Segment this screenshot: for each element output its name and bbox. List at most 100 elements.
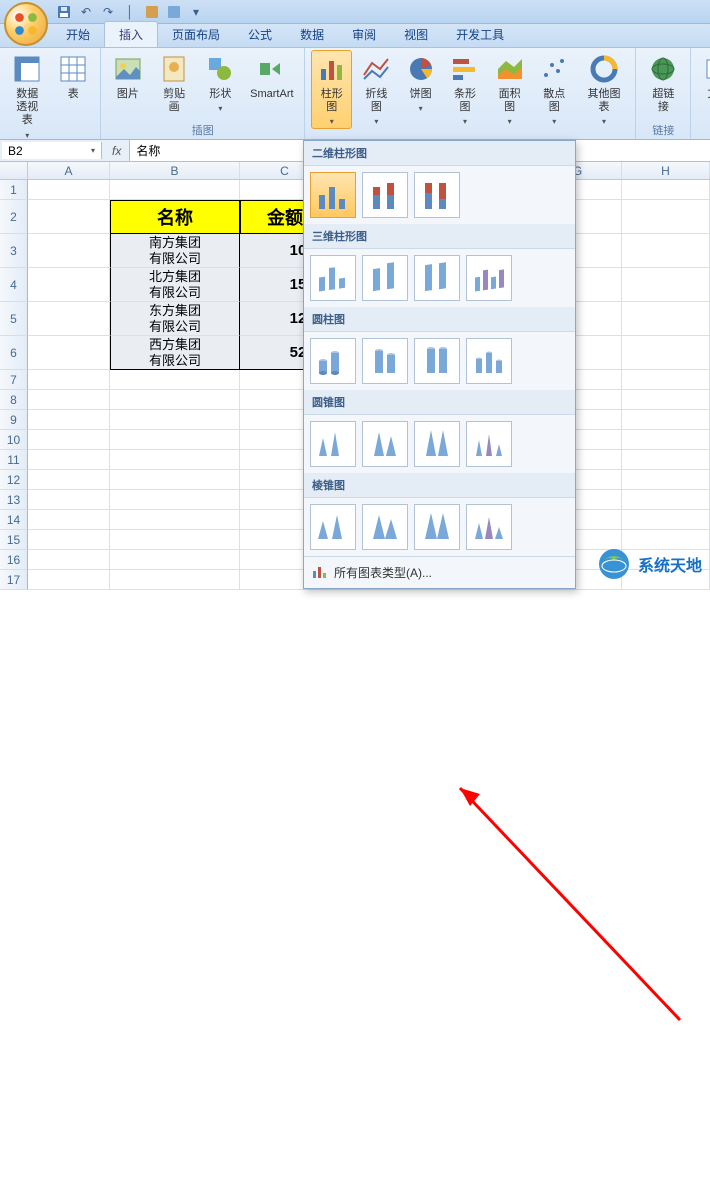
row-header-15[interactable]: 15 [0,530,28,550]
tab-review[interactable]: 审阅 [338,22,390,47]
shapes-button[interactable]: 形状▾ [200,50,242,116]
table-cell-name[interactable]: 东方集团有限公司 [110,302,240,336]
table-button[interactable]: 表 [53,50,95,104]
chart-100-stacked-cone[interactable] [414,421,460,467]
cell[interactable] [622,470,710,490]
cell[interactable] [622,490,710,510]
chart-100-stacked-column-3d[interactable] [414,255,460,301]
row-header-14[interactable]: 14 [0,510,28,530]
chart-clustered-cone[interactable] [310,421,356,467]
select-all-button[interactable] [0,162,28,179]
chart-3d-pyramid[interactable] [466,504,512,550]
table-cell-name[interactable]: 南方集团有限公司 [110,234,240,268]
tab-data[interactable]: 数据 [286,22,338,47]
table-cell-name[interactable]: 北方集团有限公司 [110,268,240,302]
all-chart-types-button[interactable]: 所有图表类型(A)... [304,556,575,588]
tab-formulas[interactable]: 公式 [234,22,286,47]
col-B[interactable]: B [110,162,240,179]
row-header-10[interactable]: 10 [0,430,28,450]
row-header-3[interactable]: 3 [0,234,28,268]
hyperlink-button[interactable]: 超链接 [642,50,684,117]
cell[interactable] [110,550,240,570]
chart-clustered-column-2d[interactable] [310,172,356,218]
fx-icon[interactable]: fx [112,144,121,158]
cell[interactable] [28,550,110,570]
row-header-12[interactable]: 12 [0,470,28,490]
cell[interactable] [28,430,110,450]
cell[interactable] [110,530,240,550]
chart-100-stacked-column-2d[interactable] [414,172,460,218]
cell[interactable] [622,430,710,450]
cell[interactable] [28,570,110,590]
row-header-9[interactable]: 9 [0,410,28,430]
chart-100-stacked-cylinder[interactable] [414,338,460,384]
row-header-11[interactable]: 11 [0,450,28,470]
cell[interactable] [28,450,110,470]
col-H[interactable]: H [622,162,710,179]
chart-stacked-column-2d[interactable] [362,172,408,218]
cell[interactable] [28,370,110,390]
col-A[interactable]: A [28,162,110,179]
column-chart-button[interactable]: 柱形图▾ [311,50,352,129]
tab-insert[interactable]: 插入 [104,21,158,47]
qat-customize-icon[interactable]: ▾ [188,4,204,20]
cell[interactable] [622,302,710,336]
chart-stacked-cylinder[interactable] [362,338,408,384]
row-header-16[interactable]: 16 [0,550,28,570]
row-header-4[interactable]: 4 [0,268,28,302]
cell[interactable] [28,200,110,234]
chart-3d-column[interactable] [466,255,512,301]
chart-clustered-column-3d[interactable] [310,255,356,301]
cell[interactable] [622,336,710,370]
cell[interactable] [110,470,240,490]
chart-3d-cone[interactable] [466,421,512,467]
cell[interactable] [110,430,240,450]
tab-view[interactable]: 视图 [390,22,442,47]
tab-home[interactable]: 开始 [52,22,104,47]
cell[interactable] [622,180,710,200]
table-header-name[interactable]: 名称 [110,200,240,234]
save-icon[interactable] [56,4,72,20]
cell[interactable] [622,410,710,430]
cell[interactable] [622,268,710,302]
undo-icon[interactable]: ↶ [78,4,94,20]
smartart-button[interactable]: SmartArt [245,50,298,104]
cell[interactable] [28,410,110,430]
chart-stacked-column-3d[interactable] [362,255,408,301]
tab-developer[interactable]: 开发工具 [442,22,518,47]
cell[interactable] [622,200,710,234]
cell[interactable] [110,490,240,510]
line-chart-button[interactable]: 折线图▾ [356,50,397,129]
cell[interactable] [28,390,110,410]
cell[interactable] [28,530,110,550]
pivot-table-button[interactable]: 数据 透视表▾ [6,50,49,143]
cell[interactable] [28,234,110,268]
chart-clustered-pyramid[interactable] [310,504,356,550]
cell[interactable] [622,370,710,390]
pie-chart-button[interactable]: 饼图▾ [401,50,441,116]
bar-chart-button[interactable]: 条形图▾ [445,50,486,129]
cell[interactable] [28,302,110,336]
cell[interactable] [622,510,710,530]
namebox-dropdown-icon[interactable]: ▾ [91,146,95,155]
chart-3d-cylinder[interactable] [466,338,512,384]
redo-icon[interactable]: ↷ [100,4,116,20]
cell[interactable] [28,180,110,200]
chart-stacked-pyramid[interactable] [362,504,408,550]
textbox-button[interactable]: A文本框 [697,50,710,117]
cell[interactable] [110,570,240,590]
cell[interactable] [28,268,110,302]
cell[interactable] [110,510,240,530]
row-header-13[interactable]: 13 [0,490,28,510]
row-header-8[interactable]: 8 [0,390,28,410]
chart-stacked-cone[interactable] [362,421,408,467]
clipart-button[interactable]: 剪贴画 [153,50,196,117]
cell[interactable] [110,410,240,430]
cell[interactable] [110,370,240,390]
cell[interactable] [622,390,710,410]
cell[interactable] [622,234,710,268]
tab-page-layout[interactable]: 页面布局 [158,22,234,47]
row-header-17[interactable]: 17 [0,570,28,590]
chart-clustered-cylinder[interactable] [310,338,356,384]
row-header-6[interactable]: 6 [0,336,28,370]
